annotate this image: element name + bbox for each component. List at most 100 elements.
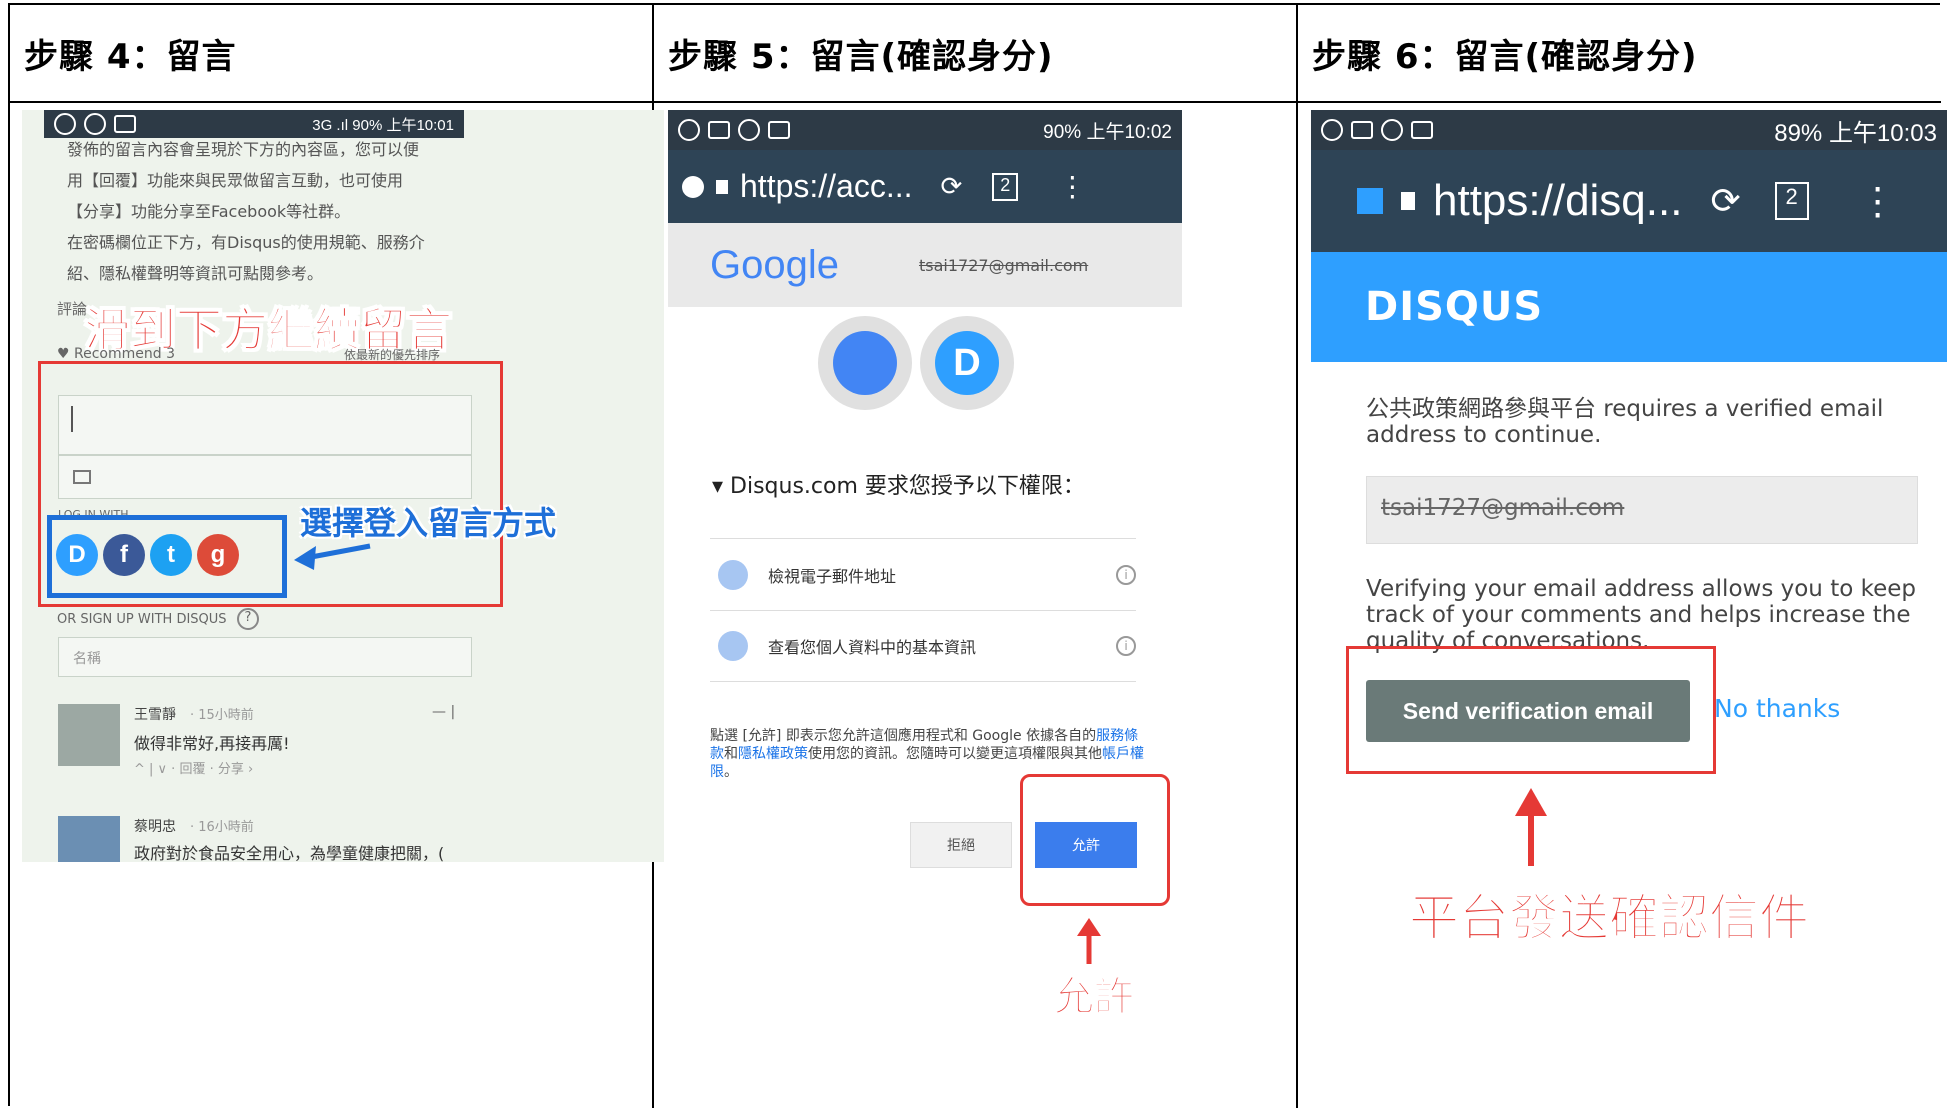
disclaimer-text: 使用您的資訊。您隨時可以變更這項權限與其他 (808, 746, 1102, 762)
permission-label: 查看您個人資料中的基本資訊 (768, 638, 977, 657)
disqus-login-icon[interactable]: D (56, 534, 98, 576)
status-bar: 89% 上午10:03 (1311, 110, 1947, 150)
intro-line: 發佈的留言內容會呈現於下方的內容區，您可以便 (67, 140, 420, 159)
highlight-allow (1020, 774, 1170, 906)
account-email: tsai1727@gmail.com (918, 255, 1089, 275)
tab-count: 2 (1000, 174, 1011, 195)
signup-label: OR SIGN UP WITH DISQUS (57, 612, 227, 627)
status-right: 3G .ıl 90% 上午10:01 (312, 116, 454, 134)
annotation-login: 選擇登入留言方式 (300, 504, 557, 542)
name-placeholder: 名稱 (73, 651, 101, 667)
line-icon (738, 119, 760, 141)
avatar[interactable] (58, 816, 120, 862)
highlight-send-button (1346, 646, 1716, 774)
gallery-icon (1411, 121, 1433, 139)
line-icon (1381, 119, 1403, 141)
comment-author[interactable]: 蔡明忠 (134, 816, 176, 836)
info-icon[interactable]: i (1116, 564, 1136, 585)
disqus-logo: DISQUS (1365, 284, 1544, 330)
user-avatar (818, 316, 912, 410)
sync-icon (54, 113, 76, 135)
google-login-icon[interactable]: g (197, 534, 239, 576)
permission-item[interactable]: 檢視電子郵件地址 i (710, 538, 1136, 610)
refresh-icon[interactable]: ⟳ (1710, 180, 1740, 222)
privacy-link[interactable]: 隱私權政策 (738, 746, 808, 762)
sync-icon (1321, 119, 1343, 141)
status-right: 89% 上午10:03 (1774, 119, 1937, 147)
intro-line: 用【回覆】功能來與民眾做留言互動，也可使用 (67, 171, 404, 190)
disqus-favicon (1357, 188, 1383, 214)
deny-button[interactable]: 拒絕 (910, 822, 1012, 868)
permission-item[interactable]: 查看您個人資料中的基本資訊 i (710, 610, 1136, 682)
annotation-allow: 允許 (1054, 974, 1135, 1021)
arrow-up-icon (1515, 788, 1547, 866)
comment-text: 做得非常好,再接再厲! (134, 734, 290, 753)
url-text[interactable]: https://disq... (1433, 176, 1682, 226)
name-input[interactable]: 名稱 (58, 637, 472, 677)
step5-screenshot: 90% 上午10:02 https://acc... ⟳ 2 ⋮ Google … (668, 110, 1182, 1100)
permission-request[interactable]: ▾ Disqus.com 要求您授予以下權限： (712, 468, 1085, 500)
comment-author[interactable]: 王雪靜 (134, 704, 176, 724)
comment-text: 政府對於食品安全用心，為學童健康把關，( (134, 844, 445, 862)
gallery-icon (768, 121, 790, 139)
annotation-send: 平台發送確認信件 (1409, 889, 1810, 948)
app-avatar: D (920, 316, 1014, 410)
comment-actions[interactable]: ^ | ∨ · 回覆 · 分享 › (134, 758, 253, 777)
step5-header: 步驟 5：留言(確認身分) (654, 5, 1296, 103)
intro-line: 【分享】功能分享至Facebook等社群。 (67, 202, 351, 221)
verify-required-text: 公共政策網路參與平台 requires a verified email add… (1366, 396, 1884, 448)
twitter-login-icon[interactable]: t (150, 534, 192, 576)
disclaimer-text: 點選 [允許] 即表示您允許這個應用程式和 Google 依據各自的 (710, 728, 1097, 744)
tab-count: 2 (1785, 184, 1798, 209)
recommend-button[interactable]: ♥ Recommend 3 (57, 346, 175, 362)
avatar[interactable] (58, 704, 120, 766)
disclaimer: 點選 [允許] 即表示您允許這個應用程式和 Google 依據各自的服務條款和隱… (710, 727, 1146, 781)
comment-time: · 16小時前 (190, 820, 254, 835)
tabs-icon[interactable]: 2 (992, 172, 1019, 201)
help-icon[interactable]: ? (237, 608, 259, 630)
step6-header: 步驟 6：留言(確認身分) (1298, 5, 1941, 103)
message-icon (1351, 121, 1373, 139)
comment-input[interactable] (58, 395, 472, 455)
gallery-icon (114, 115, 136, 133)
email-field[interactable]: tsai1727@gmail.com (1366, 476, 1918, 544)
person-icon (718, 631, 748, 661)
menu-icon[interactable]: ⋮ (1058, 170, 1086, 203)
lock-icon (1401, 192, 1415, 210)
google-g-icon (682, 175, 704, 198)
facebook-login-icon[interactable]: f (103, 534, 145, 576)
menu-icon[interactable]: ⋮ (1859, 179, 1897, 224)
google-bar: Google tsai1727@gmail.com (668, 223, 1182, 307)
request-text: Disqus.com 要求您授予以下權限： (730, 474, 1085, 499)
email-value: tsai1727@gmail.com (1381, 495, 1625, 521)
browser-url-bar[interactable]: https://disq... ⟳ 2 ⋮ (1311, 150, 1947, 252)
step4-screenshot: 3G .ıl 90% 上午10:01 發佈的留言內容會呈現於下方的內容區，您可以… (22, 110, 664, 862)
url-text[interactable]: https://acc... (740, 168, 913, 205)
disqus-header: DISQUS (1311, 252, 1947, 362)
google-logo: Google (710, 242, 839, 287)
sync-icon (678, 119, 700, 141)
intro-line: 在密碼欄位正下方，有Disqus的使用規範、服務介 (67, 233, 425, 252)
info-icon[interactable]: i (1116, 636, 1136, 656)
image-icon[interactable] (73, 470, 91, 484)
no-thanks-link[interactable]: No thanks (1714, 694, 1840, 723)
arrow-up-icon (1077, 918, 1101, 964)
person-icon (718, 559, 748, 590)
permission-label: 檢視電子郵件地址 (768, 566, 897, 586)
comments-label: 評論 (57, 300, 88, 318)
step4-header: 步驟 4：留言 (10, 5, 652, 103)
refresh-icon[interactable]: ⟳ (941, 171, 963, 202)
disqus-icon: D (935, 331, 999, 395)
disclaimer-text: 。 (724, 764, 738, 780)
comment-toolbar (58, 455, 472, 499)
browser-url-bar[interactable]: https://acc... ⟳ 2 ⋮ (668, 150, 1182, 223)
status-bar: 90% 上午10:02 (668, 110, 1182, 150)
comment-menu[interactable]: — | (432, 704, 455, 720)
social-login-group: D f t g (56, 534, 239, 576)
tabs-icon[interactable]: 2 (1774, 182, 1809, 220)
status-right: 90% 上午10:02 (1043, 121, 1172, 143)
arrow-left-icon (294, 543, 371, 570)
comment-time: · 15小時前 (190, 708, 254, 723)
intro-line: 紹、隱私權聲明等資訊可點閱參考。 (67, 264, 324, 283)
line-icon (84, 113, 106, 135)
